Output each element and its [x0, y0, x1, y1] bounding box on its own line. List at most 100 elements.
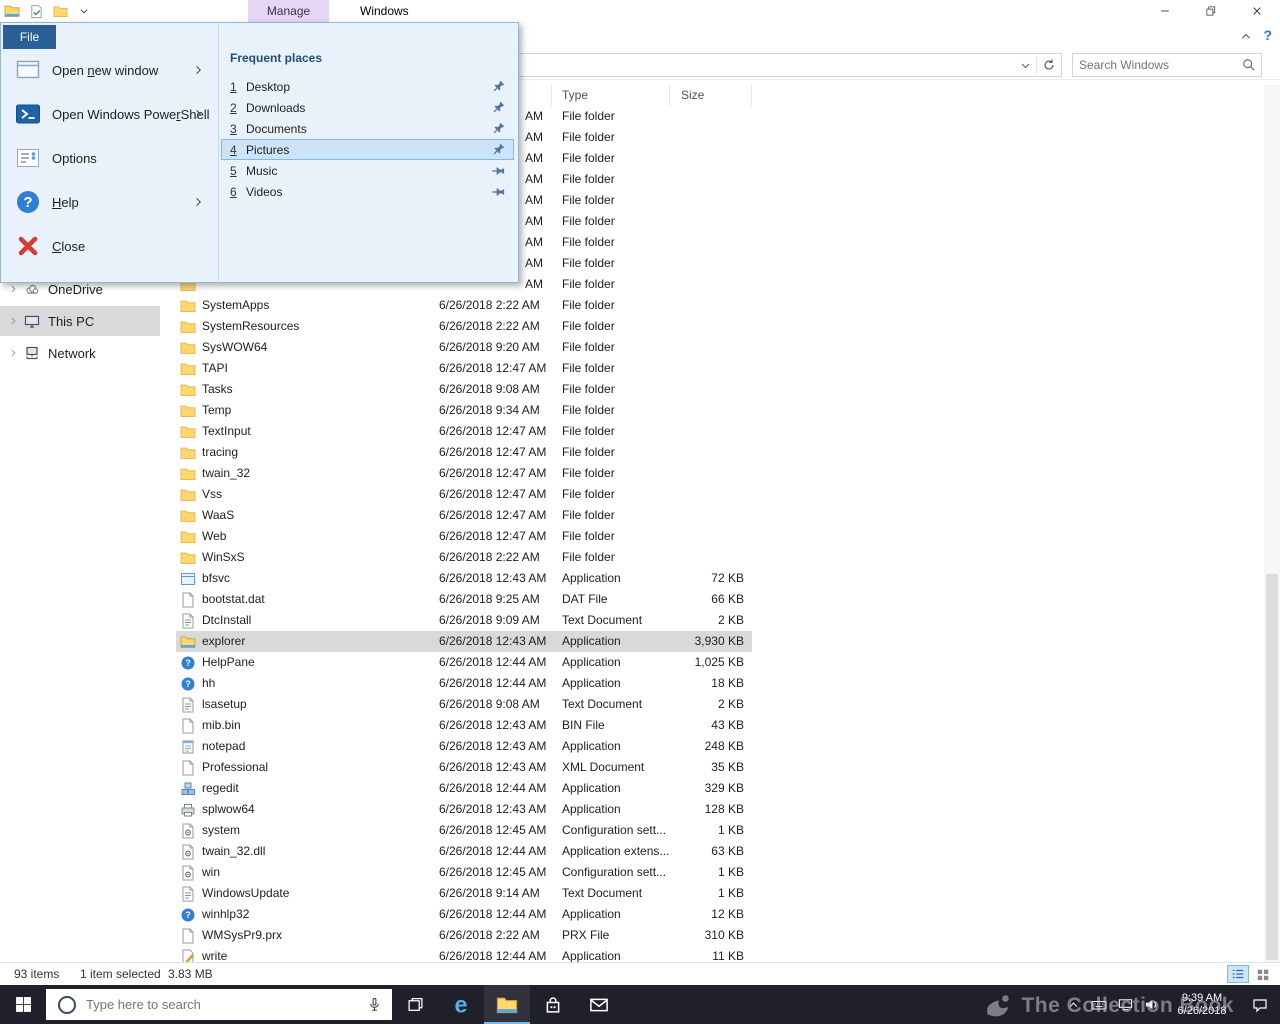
file-row-temp[interactable]: Temp 6/26/2018 9:34 AM File folder: [176, 400, 752, 421]
edge-button[interactable]: [438, 985, 484, 1024]
file-row-twain-32[interactable]: twain_32 6/26/2018 12:47 AM File folder: [176, 463, 752, 484]
task-view-button[interactable]: [392, 985, 438, 1024]
file-row-syswow64[interactable]: SysWOW64 6/26/2018 9:20 AM File folder: [176, 337, 752, 358]
file-row-regedit[interactable]: regedit 6/26/2018 12:44 AM Application 329 …: [176, 778, 752, 799]
close-button[interactable]: [1234, 0, 1280, 22]
search-input[interactable]: [1073, 58, 1242, 72]
file-row-tasks[interactable]: Tasks 6/26/2018 9:08 AM File folder: [176, 379, 752, 400]
file-row-systemapps[interactable]: SystemApps 6/26/2018 2:22 AM File folder: [176, 295, 752, 316]
taskbar-search-input[interactable]: [76, 997, 367, 1012]
file-type: File folder: [562, 151, 615, 165]
properties-icon[interactable]: [28, 3, 44, 19]
file-row-vss[interactable]: Vss 6/26/2018 12:47 AM File folder: [176, 484, 752, 505]
file-size: [670, 442, 752, 463]
access-key: 2: [230, 100, 237, 115]
clock[interactable]: 9:39 AM 6/26/2018: [1164, 992, 1240, 1018]
volume-icon[interactable]: [1138, 985, 1164, 1024]
close-item[interactable]: Close: [4, 225, 214, 267]
column-header-size[interactable]: Size: [670, 85, 752, 106]
mail-button[interactable]: [576, 985, 622, 1024]
file-row-notepad[interactable]: notepad 6/26/2018 12:43 AM Application 248 …: [176, 736, 752, 757]
pin-icon[interactable]: [488, 140, 508, 160]
helpmenu-icon: [14, 188, 42, 216]
minimize-button[interactable]: [1142, 0, 1188, 22]
microphone-icon[interactable]: [367, 997, 382, 1012]
large-icons-view-button[interactable]: [1252, 965, 1274, 983]
pin-icon[interactable]: [488, 77, 508, 97]
file-type: File folder: [562, 256, 615, 270]
file-row-waas[interactable]: WaaS 6/26/2018 12:47 AM File folder: [176, 505, 752, 526]
open-new-window-item[interactable]: Open new window: [4, 49, 214, 91]
frequent-place-videos[interactable]: 6 Videos: [221, 181, 514, 202]
file-row-winsxs[interactable]: WinSxS 6/26/2018 2:22 AM File folder: [176, 547, 752, 568]
help-icon[interactable]: ?: [1263, 27, 1272, 43]
file-explorer-button[interactable]: [484, 985, 530, 1024]
frequent-place-documents[interactable]: 3 Documents: [221, 118, 514, 139]
scrollbar-thumb[interactable]: [1266, 574, 1278, 960]
action-center-button[interactable]: [1240, 985, 1280, 1024]
file-row-bootstat-dat[interactable]: bootstat.dat 6/26/2018 9:25 AM DAT File 66 …: [176, 589, 752, 610]
chevron-right-icon[interactable]: [8, 348, 20, 358]
file-row-winhlp32[interactable]: winhlp32 6/26/2018 12:44 AM Application 12 …: [176, 904, 752, 925]
help-item[interactable]: Help: [4, 181, 214, 223]
file-row-bfsvc[interactable]: bfsvc 6/26/2018 12:43 AM Application 72 KB: [176, 568, 752, 589]
column-header-type[interactable]: Type: [552, 85, 670, 106]
file-row-windowsupdate[interactable]: WindowsUpdate 6/26/2018 9:14 AM Text Docum…: [176, 883, 752, 904]
place-label: Music: [246, 163, 278, 178]
file-row-systemresources[interactable]: SystemResources 6/26/2018 2:22 AM File fol…: [176, 316, 752, 337]
touch-keyboard-icon[interactable]: [1086, 985, 1112, 1024]
qat-customize-icon[interactable]: [76, 3, 92, 19]
doc-icon: [180, 928, 196, 944]
folder-icon: [180, 487, 196, 503]
file-row-win[interactable]: win 6/26/2018 12:45 AM Configuration sett.…: [176, 862, 752, 883]
file-row-lsasetup[interactable]: lsasetup 6/26/2018 9:08 AM Text Document 2 …: [176, 694, 752, 715]
file-row-tapi[interactable]: TAPI 6/26/2018 12:47 AM File folder: [176, 358, 752, 379]
restore-button[interactable]: [1188, 0, 1234, 22]
file-name-cell: Vss: [176, 484, 437, 505]
address-dropdown-icon[interactable]: [1020, 60, 1031, 71]
details-view-button[interactable]: [1227, 965, 1249, 983]
options-icon: [14, 144, 42, 172]
file-row-dtcinstall[interactable]: DtcInstall 6/26/2018 9:09 AM Text Document…: [176, 610, 752, 631]
refresh-icon[interactable]: [1042, 58, 1056, 72]
file-row-web[interactable]: Web 6/26/2018 12:47 AM File folder: [176, 526, 752, 547]
file-row-helppane[interactable]: HelpPane 6/26/2018 12:44 AM Application 1,0…: [176, 652, 752, 673]
file-menu-tab[interactable]: File: [3, 25, 56, 49]
file-row-wmsyspr9-prx[interactable]: WMSysPr9.prx 6/26/2018 2:22 AM PRX File 310…: [176, 925, 752, 946]
file-row-explorer[interactable]: explorer 6/26/2018 12:43 AM Application 3,9…: [176, 631, 752, 652]
network-icon[interactable]: [1112, 985, 1138, 1024]
file-row-splwow64[interactable]: splwow64 6/26/2018 12:43 AM Application 128…: [176, 799, 752, 820]
file-type: Application: [562, 907, 621, 921]
file-row-mib-bin[interactable]: mib.bin 6/26/2018 12:43 AM BIN File 43 KB: [176, 715, 752, 736]
new-folder-icon[interactable]: [52, 3, 68, 19]
manage-contextual-tab[interactable]: Manage: [248, 0, 329, 22]
search-icon[interactable]: [1242, 58, 1256, 72]
file-row-tracing[interactable]: tracing 6/26/2018 12:47 AM File folder: [176, 442, 752, 463]
vertical-scrollbar[interactable]: [1264, 85, 1280, 962]
open-powershell-item[interactable]: Open Windows PowerShell: [4, 93, 214, 135]
file-row-twain-32-dll[interactable]: twain_32.dll 6/26/2018 12:44 AM Applicatio…: [176, 841, 752, 862]
file-row-professional[interactable]: Professional 6/26/2018 12:43 AM XML Docume…: [176, 757, 752, 778]
cortana-icon[interactable]: [58, 995, 76, 1014]
frequent-place-music[interactable]: 5 Music: [221, 160, 514, 181]
hidden-icons-chevron[interactable]: [1060, 985, 1086, 1024]
pin-icon[interactable]: [488, 119, 508, 139]
frequent-place-pictures[interactable]: 4 Pictures: [221, 139, 514, 160]
frequent-place-desktop[interactable]: 1 Desktop: [221, 76, 514, 97]
chevron-right-icon[interactable]: [8, 316, 20, 326]
frequent-place-downloads[interactable]: 2 Downloads: [221, 97, 514, 118]
pin-icon[interactable]: [491, 164, 505, 178]
sidebar-item-this-pc[interactable]: This PC: [0, 306, 160, 336]
minimize-ribbon-icon[interactable]: [1240, 30, 1252, 42]
file-row-textinput[interactable]: TextInput 6/26/2018 12:47 AM File folder: [176, 421, 752, 442]
options-item[interactable]: Options: [4, 137, 214, 179]
pin-icon[interactable]: [488, 98, 508, 118]
pin-icon[interactable]: [491, 185, 505, 199]
store-button[interactable]: [530, 985, 576, 1024]
chevron-right-icon[interactable]: [8, 284, 20, 294]
start-button[interactable]: [0, 985, 46, 1024]
sidebar-item-network[interactable]: Network: [0, 338, 160, 368]
file-row-hh[interactable]: hh 6/26/2018 12:44 AM Application 18 KB: [176, 673, 752, 694]
file-row-system[interactable]: system 6/26/2018 12:45 AM Configuration se…: [176, 820, 752, 841]
folder-icon: [180, 424, 196, 440]
